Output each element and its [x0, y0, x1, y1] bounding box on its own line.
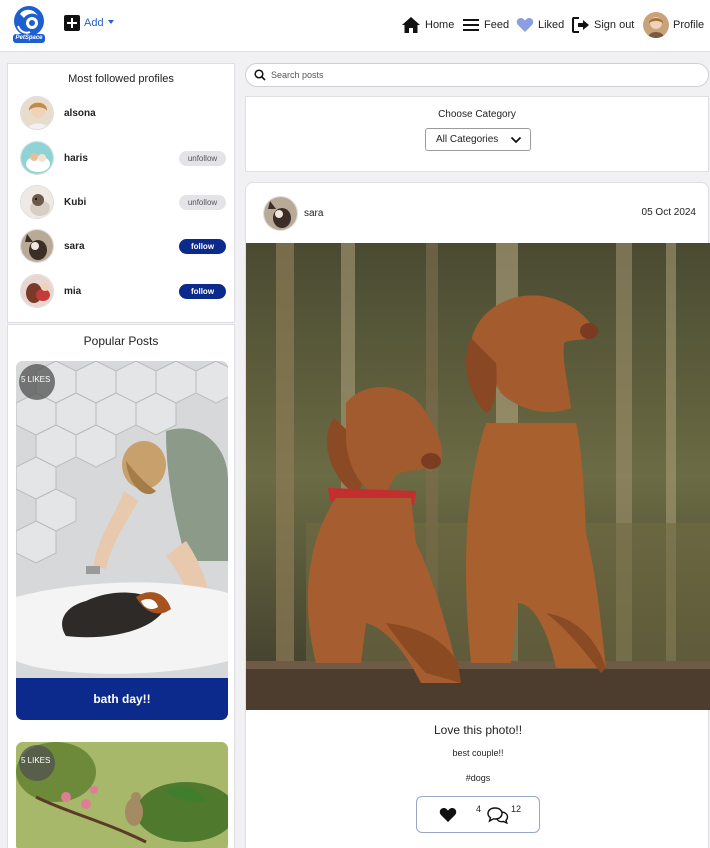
nav-liked-label: Liked — [538, 19, 565, 31]
nav-profile[interactable]: Profile — [643, 12, 704, 38]
post-date: 05 Oct 2024 — [641, 207, 696, 218]
category-label: Choose Category — [438, 109, 516, 120]
popular-post-card[interactable]: 5 LIKES — [16, 742, 228, 848]
home-icon — [402, 17, 420, 33]
add-menu-button[interactable]: Add — [64, 15, 114, 31]
profile-name[interactable]: Kubi — [64, 197, 179, 208]
category-selected-value: All Categories — [436, 134, 499, 145]
add-label: Add — [84, 17, 104, 29]
heart-icon — [516, 18, 534, 32]
profile-row[interactable]: haris unfollow — [20, 140, 226, 176]
avatar — [20, 185, 54, 219]
most-followed-title: Most followed profiles — [68, 73, 174, 85]
follow-button[interactable]: follow — [179, 238, 226, 254]
post-description: best couple!! — [452, 748, 504, 758]
follow-button[interactable]: follow — [179, 283, 226, 299]
avatar — [20, 229, 54, 263]
add-square-icon — [64, 15, 80, 31]
nav-liked[interactable]: Liked — [516, 12, 564, 38]
navbar: PetSpace Add Home Feed Liked Sign out Pr… — [0, 0, 710, 52]
post-author[interactable]: sara — [263, 196, 323, 231]
likes-badge: 5 LIKES — [19, 364, 55, 400]
category-select[interactable]: All Categories — [425, 128, 531, 151]
profile-row[interactable]: mia follow — [20, 273, 226, 309]
like-count: 4 — [476, 804, 482, 814]
popular-posts-title: Popular Posts — [83, 334, 159, 348]
post-card: sara 05 Oct 2024 Love this photo!! best … — [245, 182, 710, 848]
avatar — [20, 274, 54, 308]
post-actions: 4 12 — [416, 796, 540, 833]
chevron-down-icon — [510, 136, 522, 144]
search-bar[interactable] — [245, 63, 709, 87]
logo-text: PetSpace — [15, 35, 43, 41]
profile-name[interactable]: haris — [64, 153, 179, 164]
category-filter-panel: Choose Category All Categories — [245, 96, 709, 172]
post-hashtag[interactable]: #dogs — [246, 773, 710, 783]
search-input[interactable] — [271, 70, 691, 80]
profile-row[interactable]: Kubi unfollow — [20, 184, 226, 220]
likes-badge: 5 LIKES — [19, 745, 55, 781]
user-avatar — [643, 12, 669, 38]
like-heart-icon[interactable] — [439, 807, 457, 823]
nav-home-label: Home — [425, 19, 455, 31]
nav-feed-label: Feed — [484, 19, 510, 31]
avatar — [20, 141, 54, 175]
comment-count: 12 — [511, 804, 522, 814]
nav-feed[interactable]: Feed — [462, 12, 509, 38]
nav-signout[interactable]: Sign out — [572, 12, 634, 38]
likes-badge-text: 5 LIKES — [21, 756, 51, 765]
profile-name[interactable]: alsona — [64, 108, 226, 119]
profile-row[interactable]: alsona — [20, 95, 226, 131]
search-icon — [254, 69, 266, 81]
profile-row[interactable]: sara follow — [20, 228, 226, 264]
list-icon — [463, 19, 479, 31]
caret-down-icon — [107, 20, 114, 24]
unfollow-button[interactable]: unfollow — [179, 150, 226, 166]
likes-badge-text: 5 LIKES — [21, 375, 51, 384]
popular-post-title: bath day!! — [16, 678, 228, 720]
sign-out-icon — [572, 17, 589, 33]
popular-posts-panel: Popular Posts 5 LIKES bath day!! 5 LIKES — [7, 324, 235, 848]
post-title: Love this photo!! — [433, 723, 523, 737]
post-image[interactable] — [246, 243, 710, 710]
comments-icon[interactable] — [487, 806, 509, 824]
nav-signout-label: Sign out — [594, 19, 635, 31]
popular-post-card[interactable]: 5 LIKES bath day!! — [16, 361, 228, 720]
unfollow-button[interactable]: unfollow — [179, 194, 226, 210]
post-image — [16, 361, 228, 678]
post-username[interactable]: sara — [304, 208, 323, 219]
avatar — [263, 196, 298, 231]
most-followed-panel: Most followed profiles alsona haris unfo… — [7, 63, 235, 323]
nav-home[interactable]: Home — [401, 12, 454, 38]
profile-name[interactable]: mia — [64, 286, 179, 297]
petspace-logo[interactable]: PetSpace — [10, 4, 48, 46]
avatar — [20, 96, 54, 130]
profile-name[interactable]: sara — [64, 241, 179, 252]
nav-profile-label: Profile — [673, 19, 705, 31]
